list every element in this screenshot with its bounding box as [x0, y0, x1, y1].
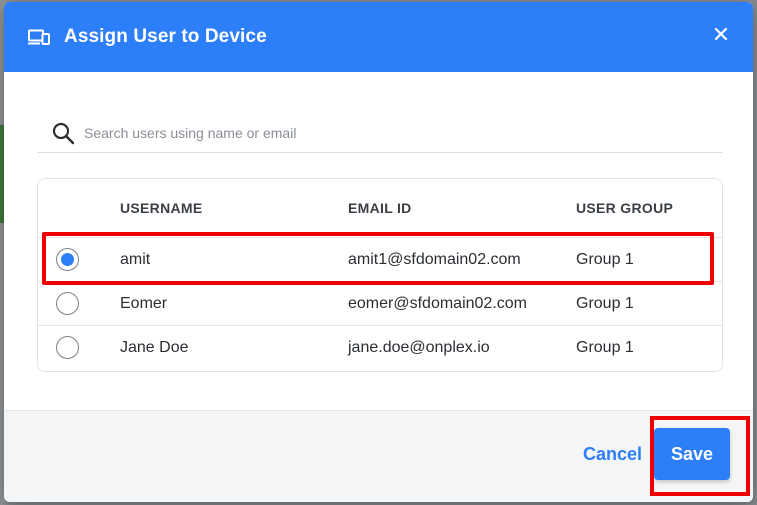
- row-radio-selected[interactable]: [56, 248, 79, 271]
- user-group-cell: Group 1: [576, 338, 634, 356]
- row-radio[interactable]: [56, 336, 79, 359]
- dialog-header: Assign User to Device ✕: [4, 2, 753, 72]
- cancel-button[interactable]: Cancel: [583, 444, 642, 465]
- user-group-cell: Group 1: [576, 294, 634, 312]
- table-row[interactable]: amit amit1@sfdomain02.com Group 1: [38, 237, 722, 281]
- email-cell: amit1@sfdomain02.com: [348, 250, 521, 268]
- search-bar: [37, 113, 723, 153]
- table-header: USERNAME EMAIL ID USER GROUP: [38, 179, 722, 237]
- search-icon: [51, 121, 75, 145]
- table-row[interactable]: Eomer eomer@sfdomain02.com Group 1: [38, 281, 722, 325]
- user-group-cell: Group 1: [576, 250, 634, 268]
- row-radio[interactable]: [56, 292, 79, 315]
- column-header-username: USERNAME: [120, 200, 203, 216]
- email-cell: eomer@sfdomain02.com: [348, 294, 527, 312]
- close-icon[interactable]: ✕: [709, 22, 733, 47]
- assign-user-dialog: Assign User to Device ✕ USERNAME EMAIL I…: [4, 2, 753, 502]
- dialog-title: Assign User to Device: [64, 26, 267, 47]
- users-table: USERNAME EMAIL ID USER GROUP amit amit1@…: [37, 178, 723, 372]
- table-row[interactable]: Jane Doe jane.doe@onplex.io Group 1: [38, 325, 722, 369]
- username-cell: Eomer: [120, 294, 168, 312]
- username-cell: Jane Doe: [120, 338, 189, 356]
- column-header-email: EMAIL ID: [348, 200, 412, 216]
- devices-icon: [28, 28, 50, 46]
- save-button[interactable]: Save: [654, 428, 730, 480]
- email-cell: jane.doe@onplex.io: [348, 338, 490, 356]
- column-header-user-group: USER GROUP: [576, 200, 674, 216]
- username-cell: amit: [120, 250, 151, 268]
- search-input[interactable]: [84, 124, 723, 141]
